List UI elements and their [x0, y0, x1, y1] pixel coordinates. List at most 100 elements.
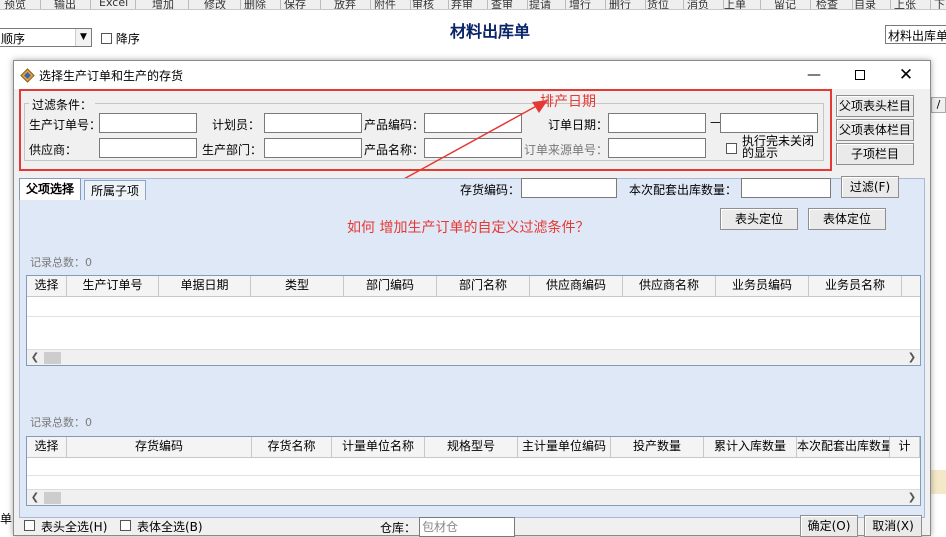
supplier-input[interactable]: [99, 138, 197, 158]
toolbar-separator: [527, 0, 528, 9]
grid2-h-scrollbar[interactable]: ❮ ❯: [27, 489, 920, 505]
body-all-checkbox[interactable]: [120, 520, 131, 531]
toolbar-item[interactable]: 检查: [816, 0, 838, 9]
column-header[interactable]: 投产数量: [611, 437, 704, 457]
toolbar-separator: [188, 0, 189, 9]
filter-button[interactable]: 过滤(F): [841, 176, 899, 198]
order-no-input[interactable]: [99, 113, 197, 133]
toolbar-item[interactable]: 修改: [204, 0, 226, 9]
toolbar-item[interactable]: 提请: [529, 0, 551, 9]
desc-checkbox-label: 降序: [115, 32, 140, 46]
grid1-record-count: 记录总数：0: [30, 256, 92, 269]
body-cols-button[interactable]: 父项表体栏目: [836, 119, 914, 141]
cancel-button[interactable]: 取消(X): [864, 515, 922, 537]
scroll-thumb[interactable]: [44, 492, 61, 504]
source-no-input[interactable]: [608, 138, 706, 158]
toolbar-item[interactable]: 增行: [569, 0, 591, 9]
maximize-icon: [855, 70, 865, 80]
column-header[interactable]: 存货名称: [252, 437, 332, 457]
app-logo-icon: [20, 68, 35, 83]
toolbar-item[interactable]: 预览: [4, 0, 26, 9]
warehouse-input[interactable]: 包材仓: [419, 517, 515, 537]
close-button[interactable]: ✕: [883, 61, 929, 89]
header-cols-button[interactable]: 父项表头栏目: [836, 95, 914, 117]
toolbar-item[interactable]: 查审: [491, 0, 513, 9]
toolbar-item[interactable]: 货位: [647, 0, 669, 9]
sub-cols-button[interactable]: 子项栏目: [836, 143, 914, 165]
toolbar-item[interactable]: 消负: [687, 0, 709, 9]
column-header[interactable]: 本次配套出库数量: [797, 437, 890, 457]
column-header[interactable]: 累计入库数量: [704, 437, 797, 457]
close-icon: ✕: [898, 65, 914, 85]
order-date-to-input[interactable]: [720, 113, 818, 133]
toolbar-separator: [410, 0, 411, 9]
column-header[interactable]: 业务员编码: [716, 276, 809, 296]
column-header[interactable]: 部门编码: [344, 276, 437, 296]
scroll-thumb[interactable]: [44, 352, 61, 364]
sort-select[interactable]: 顺序 ▼: [0, 28, 92, 47]
column-header[interactable]: 规格型号: [425, 437, 518, 457]
locate-body-button[interactable]: 表体定位: [808, 208, 886, 230]
toolbar-item[interactable]: 上单: [724, 0, 746, 9]
scroll-left-icon[interactable]: ❮: [27, 350, 43, 366]
toolbar-item[interactable]: 增加: [152, 0, 174, 9]
scroll-right-icon[interactable]: ❯: [904, 350, 920, 366]
maximize-button[interactable]: [837, 61, 883, 89]
scroll-left-icon[interactable]: ❮: [27, 490, 43, 506]
head-all-checkbox[interactable]: [24, 520, 35, 531]
column-header[interactable]: 主计量单位编码: [518, 437, 611, 457]
column-header[interactable]: 存货编码: [67, 437, 252, 457]
grid1-h-scrollbar[interactable]: ❮ ❯: [27, 349, 920, 365]
ok-button[interactable]: 确定(O): [800, 515, 858, 537]
column-header[interactable]: 计量单位名称: [332, 437, 425, 457]
toolbar-separator: [370, 0, 371, 9]
issue-qty-input[interactable]: [741, 178, 831, 198]
issue-qty-label: 本次配套出库数量：: [629, 183, 738, 197]
column-header[interactable]: 生产订单号: [67, 276, 159, 296]
voucher-title: 材料出库单: [449, 22, 530, 41]
desc-checkbox[interactable]: 降序: [101, 30, 140, 47]
column-header[interactable]: 选择: [27, 276, 67, 296]
column-header[interactable]: 类型: [251, 276, 344, 296]
toolbar-item[interactable]: 输出: [54, 0, 76, 9]
column-header[interactable]: 供应商名称: [623, 276, 716, 296]
tab-parent-select[interactable]: 父项选择: [19, 178, 82, 200]
toolbar-item[interactable]: 上张: [894, 0, 916, 9]
column-header[interactable]: 单据日期: [159, 276, 251, 296]
planner-input[interactable]: [264, 113, 362, 133]
toolbar-item[interactable]: 留记: [774, 0, 796, 9]
voucher-type-combo[interactable]: 材料出库单: [885, 25, 946, 44]
column-header[interactable]: 部门名称: [437, 276, 530, 296]
toolbar-separator: [135, 0, 136, 9]
warehouse-label: 仓库：: [380, 521, 417, 535]
toolbar-separator: [683, 0, 684, 9]
planner-label: 计划员：: [212, 118, 261, 132]
toolbar-item[interactable]: 下张: [934, 0, 946, 9]
toolbar-item[interactable]: 弃审: [451, 0, 473, 9]
column-header[interactable]: 计: [890, 437, 920, 457]
toolbar-separator: [890, 0, 891, 9]
toolbar-item[interactable]: 删行: [609, 0, 631, 9]
locate-head-button[interactable]: 表头定位: [720, 208, 798, 230]
minimize-button[interactable]: —: [791, 61, 837, 89]
item-grid-header: 选择 存货编码 存货名称 计量单位名称 规格型号 主计量单位编码 投产数量 累计入库数量 本次配…: [27, 437, 920, 458]
toolbar-item[interactable]: 放弃: [334, 0, 356, 9]
column-header[interactable]: 业务员名称: [809, 276, 902, 296]
scroll-right-icon[interactable]: ❯: [904, 490, 920, 506]
order-date-from-input[interactable]: [608, 113, 706, 133]
dept-input[interactable]: [264, 138, 362, 158]
toolbar-item[interactable]: 附件: [374, 0, 396, 9]
column-header[interactable]: 选择: [27, 437, 67, 457]
toolbar-item[interactable]: 删除: [244, 0, 266, 9]
toolbar-separator: [448, 0, 449, 9]
column-header[interactable]: 供应商编码: [530, 276, 623, 296]
close-display-checkbox[interactable]: [726, 143, 737, 154]
toolbar-item[interactable]: 审核: [412, 0, 434, 9]
stock-code-input[interactable]: [521, 178, 617, 198]
tab-sub-items[interactable]: 所属子项: [84, 180, 147, 200]
toolbar-item[interactable]: Excel: [99, 0, 128, 9]
toolbar-separator: [240, 0, 241, 9]
toolbar-item[interactable]: 自录: [854, 0, 876, 9]
toolbar-item[interactable]: 保存: [284, 0, 306, 9]
select-order-dialog: 选择生产订单和生产的存货 — ✕ 过滤条件： 生产订单号： 计划员： 产品编码：…: [13, 60, 931, 537]
